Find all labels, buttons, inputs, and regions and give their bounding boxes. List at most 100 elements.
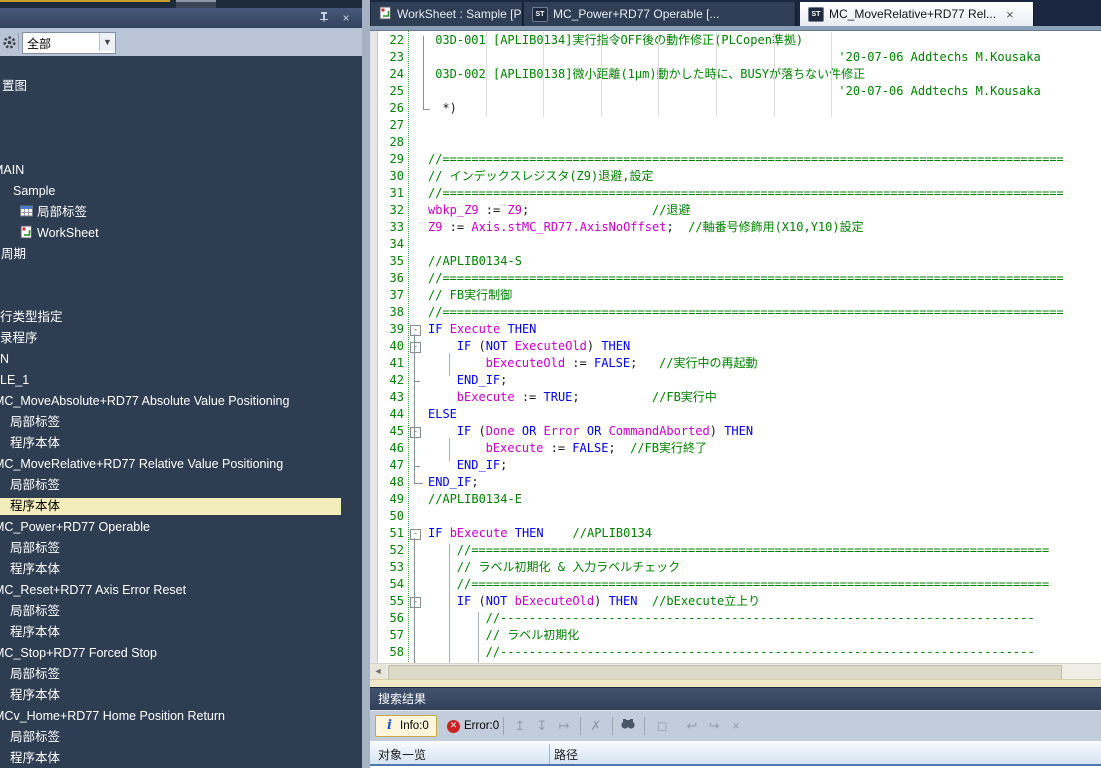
tree-item[interactable]: 程序本体 <box>10 624 60 641</box>
tree-item[interactable]: MCv_Home+RD77 Home Position Return <box>0 708 225 725</box>
column-separator[interactable] <box>549 744 550 764</box>
code-line[interactable]: 37// FB実行制御 <box>370 287 1101 304</box>
code-line[interactable]: 25'20-07-06 Addtechs M.Kousaka <box>370 83 1101 100</box>
gear-icon[interactable] <box>2 35 17 50</box>
code-line[interactable]: 54//====================================… <box>370 576 1101 593</box>
info-filter-button[interactable]: i Info:0 <box>375 715 437 737</box>
code-line[interactable]: 34 <box>370 236 1101 253</box>
tree-item[interactable]: 程序本体 <box>10 687 60 704</box>
editor-tab[interactable]: WorkSheet : Sample [PRG] [F... <box>371 2 523 26</box>
tree-item[interactable]: MC_Power+RD77 Operable <box>0 519 150 536</box>
tree-item[interactable]: MC_Reset+RD77 Axis Error Reset <box>0 582 186 599</box>
code-line[interactable]: 50 <box>370 508 1101 525</box>
horizontal-scrollbar[interactable]: ◄ <box>370 663 1101 680</box>
st-program-icon: ST <box>532 7 548 22</box>
tree-item[interactable]: 置图 <box>2 78 27 95</box>
column-header[interactable]: 对象一览 <box>378 746 426 763</box>
tree-item[interactable]: 局部标签 <box>10 540 60 557</box>
code-line[interactable]: 35//APLIB0134-S <box>370 253 1101 270</box>
close-tab-icon[interactable]: × <box>1006 8 1014 21</box>
code-line[interactable]: 29//====================================… <box>370 151 1101 168</box>
horizontal-splitter[interactable] <box>370 679 1101 688</box>
code-line[interactable]: 2203D-001 [APLIB0134]実行指令OFF後の動作修正(PLCop… <box>370 32 1101 49</box>
tree-item-label: 程序本体 <box>10 499 60 513</box>
line-number: 42 <box>376 372 404 389</box>
tree-item[interactable]: 局部标签 <box>10 603 60 620</box>
code-line[interactable]: 44ELSE <box>370 406 1101 423</box>
code-line[interactable]: 36//====================================… <box>370 270 1101 287</box>
tree-item[interactable]: 局部标签 <box>10 477 60 494</box>
fold-toggle-icon[interactable]: - <box>410 342 421 353</box>
code-line[interactable]: 33Z9 := Axis.stMC_RD77.AxisNoOffset; //軸… <box>370 219 1101 236</box>
code-line[interactable]: 52//====================================… <box>370 542 1101 559</box>
code-line[interactable]: 27 <box>370 117 1101 134</box>
line-number: 46 <box>376 440 404 457</box>
code-line[interactable]: 30// インデックスレジスタ(Z9)退避,設定 <box>370 168 1101 185</box>
tree-item[interactable]: N <box>0 351 9 368</box>
fold-toggle-icon[interactable]: - <box>410 597 421 608</box>
code-line[interactable]: 51IF bExecute THEN //APLIB0134 <box>370 525 1101 542</box>
tree-item[interactable]: MC_MoveRelative+RD77 Relative Value Posi… <box>0 456 283 473</box>
scrollbar-thumb[interactable] <box>388 665 1062 680</box>
tree-item[interactable]: 程序本体 <box>10 435 60 452</box>
scroll-left-icon[interactable]: ◄ <box>370 664 386 679</box>
code-line[interactable]: 46 bExecute := FALSE; //FB実行終了 <box>370 440 1101 457</box>
code-line[interactable]: 58//------------------------------------… <box>370 644 1101 661</box>
fold-toggle-icon[interactable]: - <box>410 325 421 336</box>
chevron-down-icon[interactable]: ▼ <box>99 33 115 51</box>
code-line[interactable]: 2403D-002 [APLIB0138]微小距離(1μm)動かした時に、BUS… <box>370 66 1101 83</box>
editor-tab[interactable]: STMC_MoveRelative+RD77 Rel...× <box>800 2 1034 26</box>
tree-item[interactable]: 周期 <box>1 246 26 263</box>
pin-icon[interactable] <box>316 11 332 25</box>
tree-item[interactable]: 局部标签 <box>10 729 60 746</box>
fold-toggle-icon[interactable]: - <box>410 427 421 438</box>
code-text: bExecute := FALSE; //FB実行終了 <box>428 440 707 457</box>
tree-item-label: MC_Power+RD77 Operable <box>0 520 150 534</box>
forward-icon: ↪ <box>704 716 724 736</box>
code-line[interactable]: 48END_IF; <box>370 474 1101 491</box>
code-line[interactable]: 38//====================================… <box>370 304 1101 321</box>
code-line[interactable]: 39IF Execute THEN <box>370 321 1101 338</box>
st-code-editor[interactable]: 2203D-001 [APLIB0134]実行指令OFF後の動作修正(PLCop… <box>370 30 1101 664</box>
tree-item[interactable]: MC_Stop+RD77 Forced Stop <box>0 645 157 662</box>
code-line[interactable]: 32wbkp_Z9 := Z9; //退避 <box>370 202 1101 219</box>
code-line[interactable]: 47END_IF; <box>370 457 1101 474</box>
tree-item[interactable]: LE_1 <box>0 372 29 389</box>
code-line[interactable]: 42END_IF; <box>370 372 1101 389</box>
tree-item[interactable]: MC_MoveAbsolute+RD77 Absolute Value Posi… <box>0 393 289 410</box>
tree-item[interactable]: 程序本体 <box>0 498 341 515</box>
tree-item[interactable]: 局部标签 <box>10 414 60 431</box>
code-line[interactable]: 56//------------------------------------… <box>370 610 1101 627</box>
vertical-splitter[interactable] <box>362 0 370 768</box>
fold-toggle-icon[interactable]: - <box>410 529 421 540</box>
column-header[interactable]: 路径 <box>554 746 578 763</box>
code-line[interactable]: 49//APLIB0134-E <box>370 491 1101 508</box>
tree-item[interactable]: 局部标签 <box>20 204 87 221</box>
close-panel-icon[interactable]: × <box>338 11 354 25</box>
error-filter-button[interactable]: ✕ Error:0 <box>440 715 506 737</box>
code-line[interactable]: 41bExecuteOld := FALSE; //実行中の再起動 <box>370 355 1101 372</box>
tree-item[interactable]: 局部标签 <box>10 666 60 683</box>
code-text: 03D-002 [APLIB0138]微小距離(1μm)動かした時に、BUSYが… <box>428 66 865 83</box>
tree-item[interactable]: MAIN <box>0 162 24 179</box>
tree-filter-dropdown[interactable]: 全部 ▼ <box>22 32 116 54</box>
tree-item[interactable]: 录程序 <box>0 330 38 347</box>
tree-item[interactable]: 程序本体 <box>10 750 60 767</box>
code-line[interactable]: 45IF (Done OR Error OR CommandAborted) T… <box>370 423 1101 440</box>
tree-item[interactable]: 行类型指定 <box>0 309 63 326</box>
find-in-results-icon[interactable] <box>618 716 638 736</box>
tree-item[interactable]: 程序本体 <box>10 561 60 578</box>
editor-tab[interactable]: STMC_Power+RD77 Operable [... <box>524 2 796 26</box>
code-line[interactable]: 57// ラベル初期化 <box>370 627 1101 644</box>
code-line[interactable]: 31//====================================… <box>370 185 1101 202</box>
code-line[interactable]: 28 <box>370 134 1101 151</box>
code-line[interactable]: 55IF (NOT bExecuteOld) THEN //bExecute立上… <box>370 593 1101 610</box>
tree-item[interactable]: Sample <box>13 183 55 200</box>
project-tree[interactable]: 置图 MAIN Sample 局部标签 WorkSheet 周期行类型指定录程序 N LE_1… <box>0 56 362 768</box>
tree-item[interactable]: WorkSheet <box>20 225 99 242</box>
code-line[interactable]: 43bExecute := TRUE; //FB実行中 <box>370 389 1101 406</box>
code-line[interactable]: 26*) <box>370 100 1101 117</box>
code-line[interactable]: 40IF (NOT ExecuteOld) THEN <box>370 338 1101 355</box>
code-line[interactable]: 53// ラベル初期化 & 入力ラベルチェック <box>370 559 1101 576</box>
code-line[interactable]: 23'20-07-06 Addtechs M.Kousaka <box>370 49 1101 66</box>
